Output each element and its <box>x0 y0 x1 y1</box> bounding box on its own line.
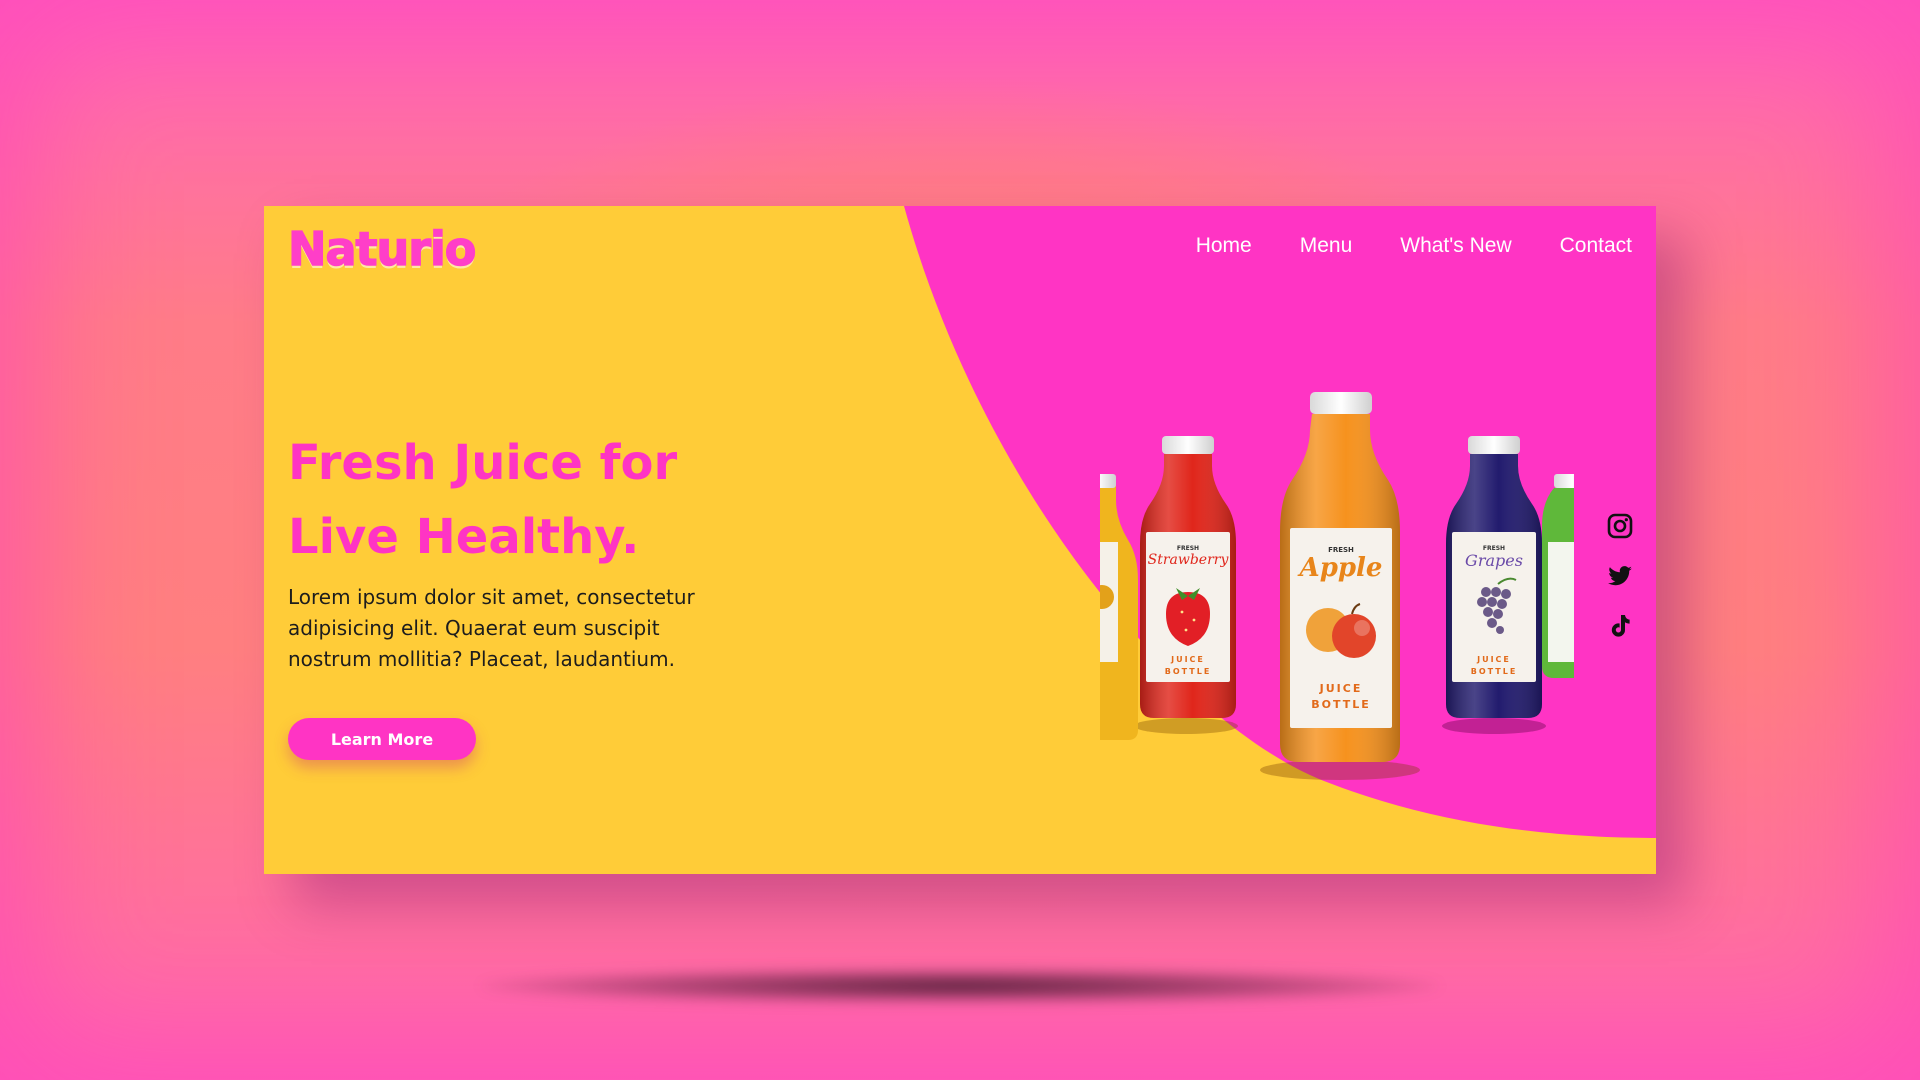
bottle-apple: FRESH Apple JUICE BOTTLE <box>1280 392 1400 762</box>
svg-text:BOTTLE: BOTTLE <box>1471 667 1518 676</box>
bottle-orange-left <box>1100 474 1138 740</box>
svg-text:BOTTLE: BOTTLE <box>1165 667 1212 676</box>
hero-title-line-1: Fresh Juice for <box>288 435 678 491</box>
hero-description: Lorem ipsum dolor sit amet, consectetur … <box>288 585 695 671</box>
svg-text:JUICE: JUICE <box>1319 682 1363 695</box>
nav-item-home[interactable]: Home <box>1196 234 1252 258</box>
svg-text:FRESH: FRESH <box>1177 545 1199 552</box>
svg-text:Grapes: Grapes <box>1465 551 1523 570</box>
hero-title-line-2: Live Healthy. <box>288 509 640 565</box>
instagram-icon[interactable] <box>1606 512 1634 540</box>
twitter-icon[interactable] <box>1606 562 1634 590</box>
floor-shadow <box>480 968 1440 1004</box>
bottle-green-right <box>1542 474 1574 678</box>
main-nav: Home Menu What's New Contact <box>1196 234 1632 258</box>
svg-text:JUICE: JUICE <box>1476 655 1511 664</box>
svg-text:BOTTLE: BOTTLE <box>1311 698 1371 711</box>
learn-more-button[interactable]: Learn More <box>288 718 476 760</box>
nav-item-whats-new[interactable]: What's New <box>1400 234 1511 258</box>
nav-item-contact[interactable]: Contact <box>1560 234 1632 258</box>
social-links <box>1606 512 1634 640</box>
svg-text:Apple: Apple <box>1297 553 1383 583</box>
svg-text:Strawberry: Strawberry <box>1148 552 1230 568</box>
svg-text:JUICE: JUICE <box>1170 655 1205 664</box>
nav-item-menu[interactable]: Menu <box>1300 234 1353 258</box>
juice-bottles-image: FRESH Strawberry JUICE BOTTLE FRESH Grap… <box>1100 392 1574 780</box>
tiktok-icon[interactable] <box>1606 612 1634 640</box>
bottle-strawberry: FRESH Strawberry JUICE BOTTLE <box>1140 436 1236 718</box>
brand-logo[interactable]: Naturio <box>287 221 477 277</box>
bottle-grapes: FRESH Grapes JUICE BOTTLE <box>1446 436 1542 718</box>
landing-page-card: Naturio Home Menu What's New Contact Fre… <box>264 206 1656 874</box>
hero-title: Fresh Juice for Live Healthy. <box>288 426 808 574</box>
